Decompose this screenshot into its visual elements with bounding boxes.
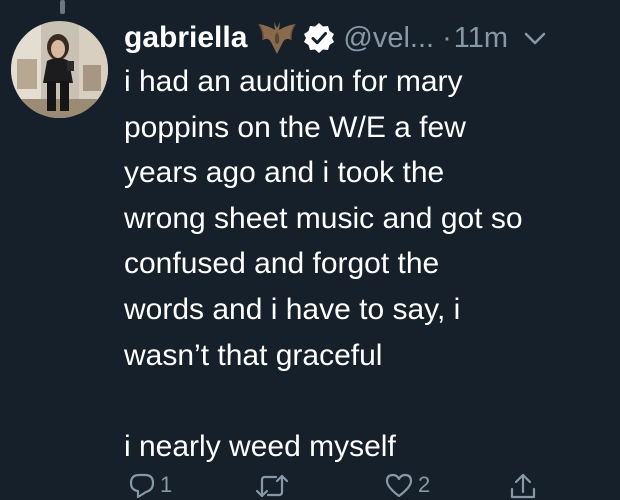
time-separator: ·: [442, 21, 452, 54]
tweet-text-line: years ago and i took the: [124, 156, 445, 190]
share-button[interactable]: [508, 472, 538, 500]
retweet-icon: [255, 474, 289, 498]
bat-icon: [258, 22, 297, 54]
tweet-text-line: confused and forgot the: [124, 247, 440, 281]
like-button[interactable]: 2: [384, 472, 430, 498]
verified-badge-icon: [304, 23, 335, 53]
user-handle[interactable]: @vel...: [343, 22, 434, 55]
display-name[interactable]: gabriella: [124, 21, 247, 55]
reply-icon: [129, 473, 155, 498]
timestamp[interactable]: 11m: [454, 22, 508, 55]
tweet-text-line: poppins on the W/E a few: [124, 110, 466, 144]
avatar[interactable]: [11, 21, 108, 118]
share-icon: [510, 473, 536, 499]
thread-connector-line: [60, 0, 65, 14]
avatar-photo: [11, 21, 108, 118]
chevron-down-icon[interactable]: [522, 28, 548, 48]
retweet-button[interactable]: [254, 472, 294, 500]
tweet-text-line: words and i have to say, i: [124, 292, 461, 326]
tweet-body: i had an audition for mary poppins on th…: [124, 59, 614, 469]
tweet-actions-bar: 1 2: [0, 462, 620, 500]
tweet-header: gabriella @vel... · 11m: [124, 16, 548, 60]
like-count: 2: [418, 472, 431, 497]
tweet-text-line: wasn’t that graceful: [124, 338, 383, 372]
reply-count: 1: [160, 472, 173, 497]
tweet-text-line: i had an audition for mary: [124, 65, 463, 98]
heart-icon: [385, 473, 413, 498]
tweet-text-line: wrong sheet music and got so: [124, 201, 523, 235]
reply-button[interactable]: 1: [128, 472, 172, 498]
